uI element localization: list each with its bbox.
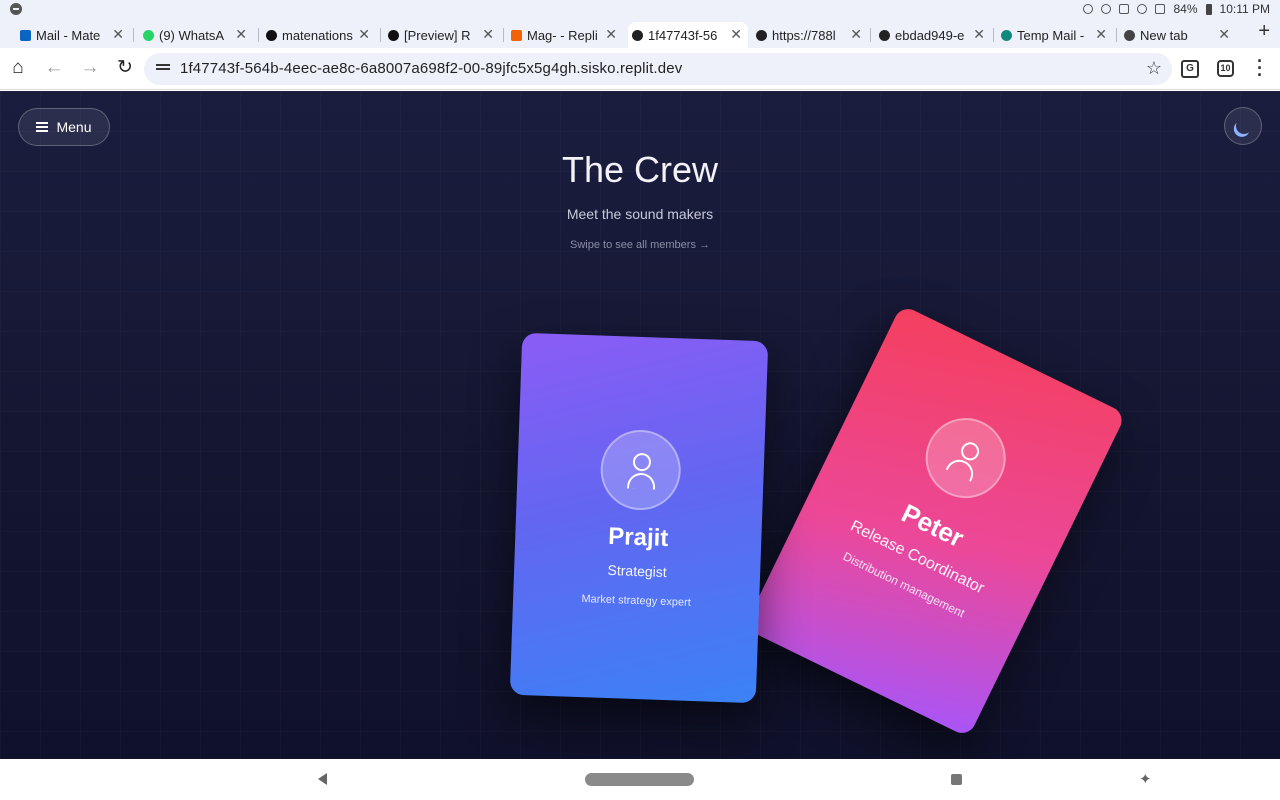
close-tab-icon[interactable]: ✕ — [730, 26, 742, 43]
tab-label: ebdad949-e — [895, 27, 965, 43]
clock: 10:11 PM — [1219, 2, 1270, 16]
page-subtitle: Meet the sound makers — [566, 206, 714, 222]
tab-label: [Preview] R — [404, 27, 471, 43]
signal-icon — [1155, 4, 1166, 14]
member-name: Prajit — [607, 522, 669, 553]
globe-icon — [756, 30, 767, 41]
headset-icon — [1083, 4, 1094, 14]
member-role: Strategist — [607, 561, 667, 580]
temp-mail-icon — [1001, 30, 1012, 41]
tab-new-tab[interactable]: New tab ✕ — [1120, 22, 1236, 48]
tab-label: https://788l — [772, 27, 836, 43]
nav-recents-icon[interactable] — [951, 774, 962, 785]
moon-icon — [1234, 116, 1255, 137]
tab-github-matenations[interactable]: matenations ✕ — [262, 22, 376, 48]
address-bar[interactable]: 1f47743f-564b-4eec-ae8c-6a8007a698f2-00-… — [144, 53, 1172, 85]
member-card-peter[interactable]: Peter Release Coordinator Distribution m… — [743, 304, 1127, 738]
member-description: Market strategy expert — [581, 593, 691, 609]
close-tab-icon[interactable]: ✕ — [112, 26, 124, 43]
reload-icon[interactable]: ↻ — [113, 56, 137, 80]
home-icon[interactable]: ⌂ — [6, 56, 30, 80]
wifi-icon — [1137, 4, 1148, 14]
notification-icon — [10, 3, 22, 15]
browser-tab-strip: Mail - Mate ✕ (9) WhatsA ✕ matenations ✕… — [0, 18, 1280, 48]
close-tab-icon[interactable]: ✕ — [358, 26, 370, 43]
battery-percent: 84% — [1173, 2, 1198, 16]
tab-mail[interactable]: Mail - Mate ✕ — [16, 22, 130, 48]
bookmark-star-icon[interactable]: ☆ — [1146, 58, 1162, 79]
tab-active-app[interactable]: 1f47743f-56 ✕ — [628, 22, 748, 48]
close-tab-icon[interactable]: ✕ — [1218, 26, 1230, 43]
globe-icon — [879, 30, 890, 41]
more-menu-icon[interactable]: · · · — [1252, 52, 1268, 84]
whatsapp-icon — [143, 30, 154, 41]
close-tab-icon[interactable]: ✕ — [482, 26, 494, 43]
tab-ebdad[interactable]: ebdad949-e ✕ — [875, 22, 991, 48]
close-tab-icon[interactable]: ✕ — [235, 26, 247, 43]
page-title: The Crew — [561, 149, 719, 190]
tab-https[interactable]: https://788l ✕ — [752, 22, 868, 48]
system-nav-bar: ✦ — [0, 759, 1280, 800]
tab-label: Temp Mail - — [1017, 27, 1085, 43]
outlook-icon — [20, 30, 31, 41]
github-icon — [266, 30, 277, 41]
browser-toolbar: ⌂ ← → ↻ 1f47743f-564b-4eec-ae8c-6a8007a6… — [0, 48, 1280, 90]
theme-toggle-button[interactable] — [1224, 107, 1262, 145]
system-status-bar: 84% 10:11 PM — [0, 0, 1280, 18]
github-icon — [388, 30, 399, 41]
status-icons: 84% 10:11 PM — [1083, 2, 1270, 16]
nav-home-pill[interactable] — [585, 773, 694, 786]
tab-label: (9) WhatsA — [159, 27, 225, 43]
replit-icon — [511, 30, 522, 41]
tab-replit[interactable]: Mag- - Repli ✕ — [507, 22, 623, 48]
tab-label: 1f47743f-56 — [648, 27, 718, 43]
tab-label: Mag- - Repli — [527, 27, 598, 43]
tab-temp-mail[interactable]: Temp Mail - ✕ — [997, 22, 1113, 48]
data-saver-icon — [1101, 4, 1112, 14]
accessibility-icon[interactable]: ✦ — [1139, 770, 1152, 788]
chrome-icon — [1124, 30, 1135, 41]
tab-github-preview[interactable]: [Preview] R ✕ — [384, 22, 500, 48]
url-text[interactable]: 1f47743f-564b-4eec-ae8c-6a8007a698f2-00-… — [180, 60, 682, 77]
tab-label: matenations — [282, 27, 353, 43]
mute-icon — [1119, 4, 1130, 14]
member-card-prajit[interactable]: Prajit Strategist Market strategy expert — [509, 332, 769, 704]
site-settings-icon[interactable] — [156, 62, 170, 74]
close-tab-icon[interactable]: ✕ — [973, 26, 985, 43]
new-tab-button[interactable]: + — [1258, 20, 1270, 43]
user-avatar-icon — [912, 404, 1020, 512]
globe-icon — [632, 30, 643, 41]
back-icon[interactable]: ← — [42, 56, 66, 80]
nav-back-icon[interactable] — [318, 773, 327, 785]
forward-icon[interactable]: → — [78, 56, 102, 80]
close-tab-icon[interactable]: ✕ — [1095, 26, 1107, 43]
menu-button[interactable]: Menu — [18, 108, 110, 146]
tab-label: Mail - Mate — [36, 27, 101, 43]
hamburger-icon — [36, 120, 49, 134]
tab-label: New tab — [1140, 27, 1188, 43]
crew-page: Menu The Crew Meet the sound makers Swip… — [0, 91, 1280, 759]
battery-icon — [1205, 3, 1212, 15]
menu-label: Menu — [56, 119, 92, 135]
close-tab-icon[interactable]: ✕ — [850, 26, 862, 43]
tab-switcher-button[interactable]: 10 — [1217, 60, 1234, 77]
close-tab-icon[interactable]: ✕ — [605, 26, 617, 43]
swipe-hint: Swipe to see all members → — [570, 239, 710, 251]
tab-whatsapp[interactable]: (9) WhatsA ✕ — [139, 22, 253, 48]
user-avatar-icon — [599, 428, 683, 512]
translate-icon[interactable]: G — [1181, 60, 1199, 78]
